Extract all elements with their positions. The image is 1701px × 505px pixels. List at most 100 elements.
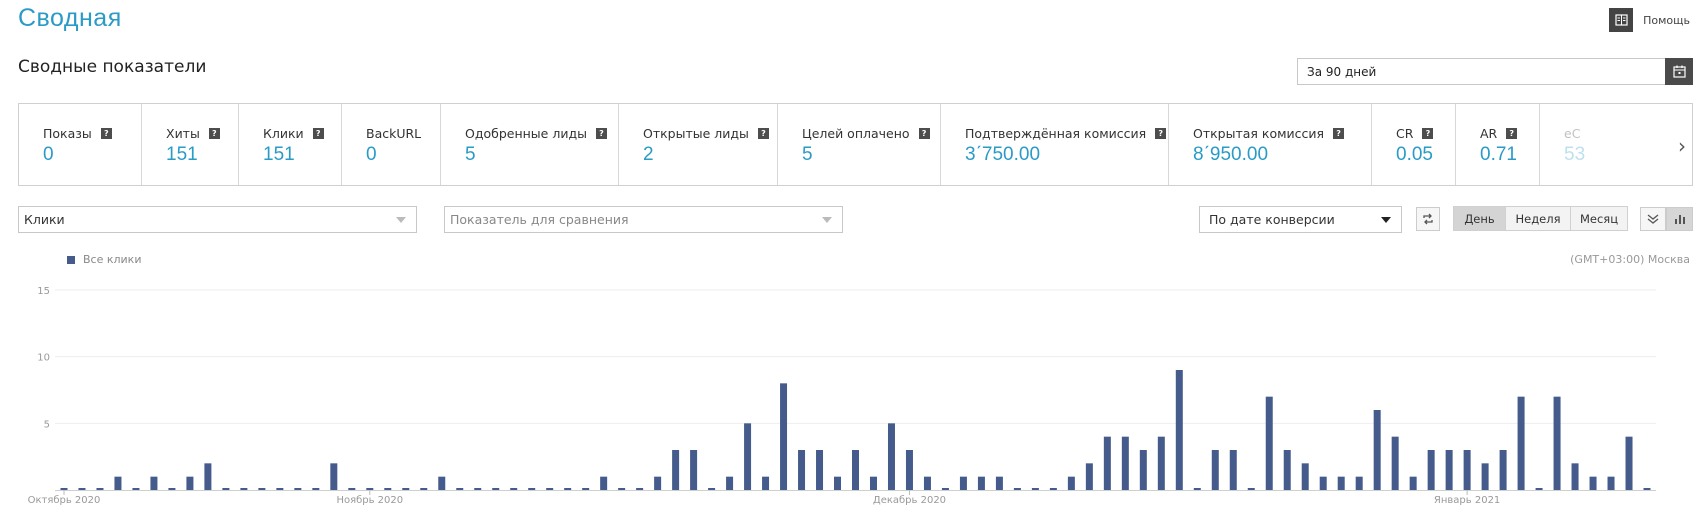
clicks-chart: 15 10 5 Октябрь 2020 Ноябрь 2020 Декабрь 2020…: [28, 286, 1656, 505]
bar: [1517, 396, 1525, 490]
bar: [348, 488, 356, 490]
help-question-icon[interactable]: ?: [1333, 128, 1345, 139]
period-value[interactable]: За 90 дней: [1298, 65, 1665, 79]
bar: [1049, 488, 1057, 490]
metric-select[interactable]: Клики: [18, 206, 417, 233]
stat-value: 0.71: [1480, 144, 1517, 165]
stat-value: 151: [166, 144, 198, 165]
repeat-icon: [1423, 213, 1433, 225]
stat-label: Открытые лиды: [643, 126, 749, 141]
legend-label: Все клики: [83, 253, 142, 266]
bar: [1643, 488, 1651, 490]
stat-open-commission: Открытая комиссия? 8ˊ950.00: [1169, 104, 1372, 185]
stat-cr: CR? 0.05: [1372, 104, 1456, 185]
help-question-icon[interactable]: ?: [208, 128, 220, 139]
bar: [1175, 370, 1183, 490]
x-tick-label: Ноябрь 2020: [336, 495, 403, 505]
stat-label: Клики: [263, 126, 304, 141]
bar: [1211, 450, 1219, 490]
y-tick-label: 10: [37, 353, 50, 364]
bar: [312, 488, 320, 490]
bar: [528, 488, 536, 490]
help-book-icon[interactable]: [1609, 8, 1634, 32]
bar: [1553, 396, 1561, 490]
bar-chart-button[interactable]: [1666, 207, 1693, 231]
help-question-icon[interactable]: ?: [1506, 128, 1518, 139]
calendar-icon: [1672, 65, 1686, 78]
stat-label: Открытая комиссия: [1193, 126, 1325, 141]
bar: [1373, 410, 1381, 490]
help-question-icon[interactable]: ?: [757, 128, 769, 139]
compare-select[interactable]: Показатель для сравнения: [444, 206, 843, 233]
bar: [1463, 450, 1471, 490]
bar: [384, 488, 392, 490]
bar: [708, 488, 716, 490]
bar: [780, 383, 788, 490]
chart-expand-button[interactable]: [1640, 207, 1666, 231]
bar: [1085, 463, 1093, 490]
bar: [1391, 436, 1399, 490]
bar: [1031, 488, 1039, 490]
help-question-icon[interactable]: ?: [1422, 128, 1434, 139]
granularity-month[interactable]: Месяц: [1571, 206, 1628, 231]
bar: [834, 476, 842, 490]
help-label[interactable]: Помощь: [1643, 14, 1690, 27]
bar: [546, 488, 554, 490]
granularity-week[interactable]: Неделя: [1506, 206, 1571, 231]
stat-impressions: Показы? 0: [19, 104, 142, 185]
granularity-day[interactable]: День: [1453, 206, 1506, 231]
bar: [510, 488, 518, 490]
help-question-icon[interactable]: ?: [918, 128, 930, 139]
bar: [762, 476, 770, 490]
bar: [636, 488, 644, 490]
bar: [995, 476, 1003, 490]
stats-bar: Показы? 0 Хиты? 151 Клики? 151 BackURL 0…: [18, 103, 1693, 186]
bar: [294, 488, 302, 490]
bar: [1355, 476, 1363, 490]
stat-label: Показы: [43, 126, 92, 141]
bar: [132, 488, 140, 490]
bar: [977, 476, 985, 490]
help-link[interactable]: Помощь: [1609, 8, 1690, 32]
bar: [60, 488, 68, 490]
stats-next-button[interactable]: ›: [1670, 104, 1692, 185]
help-question-icon[interactable]: ?: [595, 128, 607, 139]
stat-approved-leads: Одобренные лиды? 5: [441, 104, 619, 185]
bar: [438, 476, 446, 490]
bar: [1589, 476, 1597, 490]
stat-value: 0.05: [1396, 144, 1433, 165]
chart-legend[interactable]: Все клики: [67, 253, 141, 266]
stat-value: 5: [465, 144, 476, 165]
stat-label: BackURL: [366, 126, 422, 141]
stat-value: 151: [263, 144, 295, 165]
bar: [276, 488, 284, 490]
stat-value: 0: [366, 144, 377, 165]
bar: [852, 450, 859, 490]
help-question-icon[interactable]: ?: [312, 128, 324, 139]
bar: [1067, 476, 1075, 490]
bar: [1535, 488, 1543, 490]
stat-label: AR: [1480, 126, 1498, 141]
chevron-down-icon: [822, 216, 832, 223]
stat-ar: AR? 0.71: [1456, 104, 1540, 185]
bar: [204, 463, 212, 490]
bar: [456, 488, 464, 490]
bar: [240, 488, 248, 490]
help-question-icon[interactable]: ?: [100, 128, 112, 139]
bar: [690, 450, 698, 490]
bar: [1427, 450, 1435, 490]
bar: [1103, 436, 1111, 490]
stat-label: eC: [1564, 126, 1581, 141]
period-field[interactable]: За 90 дней: [1297, 58, 1693, 85]
help-question-icon[interactable]: ?: [1155, 128, 1167, 139]
bar: [1499, 450, 1507, 490]
stat-label: Целей оплачено: [802, 126, 910, 141]
date-mode-select[interactable]: По дате конверсии: [1199, 206, 1402, 233]
bar: [1625, 436, 1633, 490]
stat-confirmed-commission: Подтверждённая комиссия? 3ˊ750.00: [941, 104, 1169, 185]
refresh-button[interactable]: [1416, 207, 1440, 231]
calendar-button[interactable]: [1665, 58, 1693, 85]
bar: [1013, 488, 1021, 490]
granularity-toggle: День Неделя Месяц: [1453, 206, 1628, 231]
stat-value: 2: [643, 144, 654, 165]
